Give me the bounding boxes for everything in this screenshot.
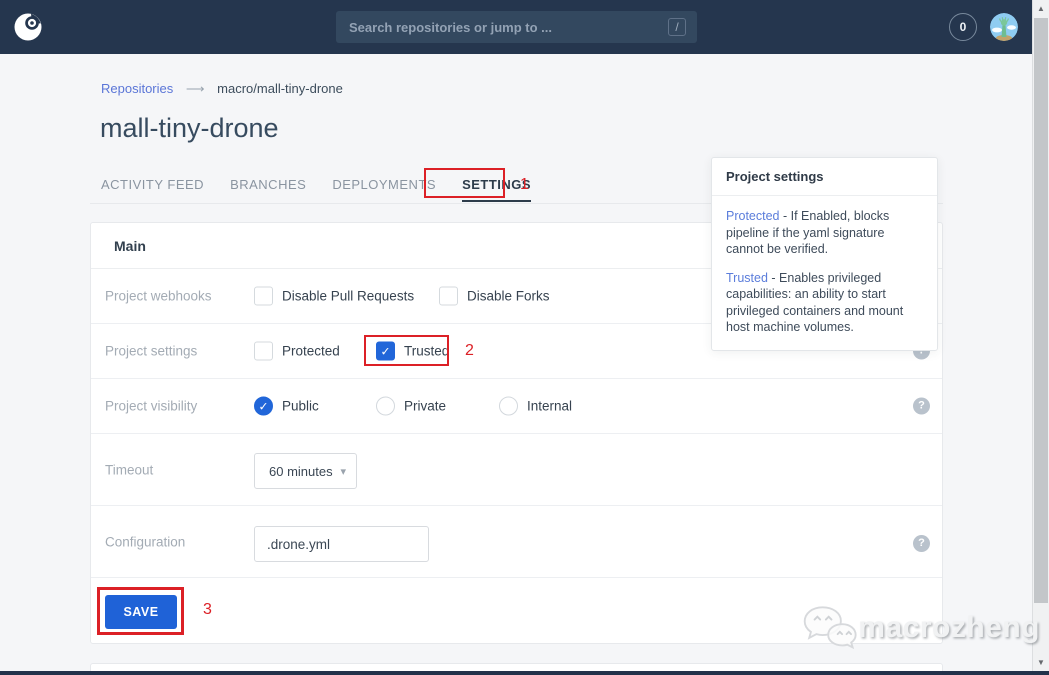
save-row: SAVE [91,578,942,645]
disable-pull-requests-option[interactable]: Disable Pull Requests [254,287,414,306]
vertical-scrollbar[interactable]: ▲ ▼ [1032,0,1049,675]
notification-badge[interactable]: 0 [949,13,977,41]
tooltip-trusted-text: Trusted - Enables privileged capabilitie… [726,270,923,336]
checkmark-icon: ✓ [380,344,390,358]
configuration-help-icon[interactable]: ? [913,535,930,552]
private-option[interactable]: Private [376,397,446,416]
project-webhooks-label: Project webhooks [105,289,212,304]
internal-radio[interactable] [499,397,518,416]
protected-checkbox[interactable] [254,342,273,361]
protected-option[interactable]: Protected [254,342,340,361]
breadcrumb: Repositories ⟶ macro/mall-tiny-drone [101,81,343,97]
project-settings-label: Project settings [105,344,197,359]
chevron-down-icon: ▾ [340,465,346,478]
tab-deployments[interactable]: DEPLOYMENTS [332,170,436,204]
page-title: mall-tiny-drone [100,113,279,144]
slash-shortcut-key: / [668,18,686,36]
tab-branches[interactable]: BRANCHES [230,170,306,204]
search-input[interactable] [336,11,697,43]
search-box: / [336,11,697,43]
project-settings-tooltip: Project settings Protected - If Enabled,… [711,157,938,351]
configuration-input[interactable] [254,526,429,562]
drone-logo-icon[interactable] [13,12,43,42]
save-button[interactable]: SAVE [105,595,177,629]
tooltip-body: Protected - If Enabled, blocks pipeline … [712,196,937,350]
protected-link[interactable]: Protected [726,209,780,223]
user-avatar[interactable] [990,13,1018,41]
disable-forks-option[interactable]: Disable Forks [439,287,550,306]
timeout-select[interactable]: 60 minutes ▾ [254,453,357,489]
project-visibility-row: Project visibility ✓ Public Private Inte… [91,379,942,434]
checkmark-icon: ✓ [258,399,268,413]
project-visibility-label: Project visibility [105,399,197,414]
configuration-row: Configuration ? [91,506,942,578]
public-radio[interactable]: ✓ [254,397,273,416]
configuration-label: Configuration [105,534,185,549]
tooltip-title: Project settings [712,158,937,196]
trusted-option[interactable]: ✓ Trusted [376,342,449,361]
scrollbar-thumb[interactable] [1034,18,1048,603]
bottom-edge-strip [0,671,1049,675]
disable-forks-checkbox[interactable] [439,287,458,306]
top-navigation-bar: / 0 [0,0,1032,54]
tooltip-protected-text: Protected - If Enabled, blocks pipeline … [726,208,923,258]
private-radio[interactable] [376,397,395,416]
scroll-down-arrow-icon[interactable]: ▼ [1033,658,1049,667]
project-visibility-help-icon[interactable]: ? [913,398,930,415]
tab-activity-feed[interactable]: ACTIVITY FEED [101,170,204,204]
timeout-label: Timeout [105,462,153,477]
public-option[interactable]: ✓ Public [254,397,319,416]
breadcrumb-arrow-icon: ⟶ [186,81,205,96]
timeout-row: Timeout 60 minutes ▾ [91,434,942,506]
breadcrumb-current: macro/mall-tiny-drone [217,81,343,96]
scroll-up-arrow-icon[interactable]: ▲ [1033,4,1049,13]
tab-settings[interactable]: SETTINGS [462,170,531,204]
drone-settings-page: / 0 Repositories ⟶ macro/mall-tiny-drone… [0,0,1049,675]
trusted-link[interactable]: Trusted [726,271,768,285]
breadcrumb-repositories-link[interactable]: Repositories [101,81,173,96]
internal-option[interactable]: Internal [499,397,572,416]
disable-pull-requests-checkbox[interactable] [254,287,273,306]
trusted-checkbox[interactable]: ✓ [376,342,395,361]
